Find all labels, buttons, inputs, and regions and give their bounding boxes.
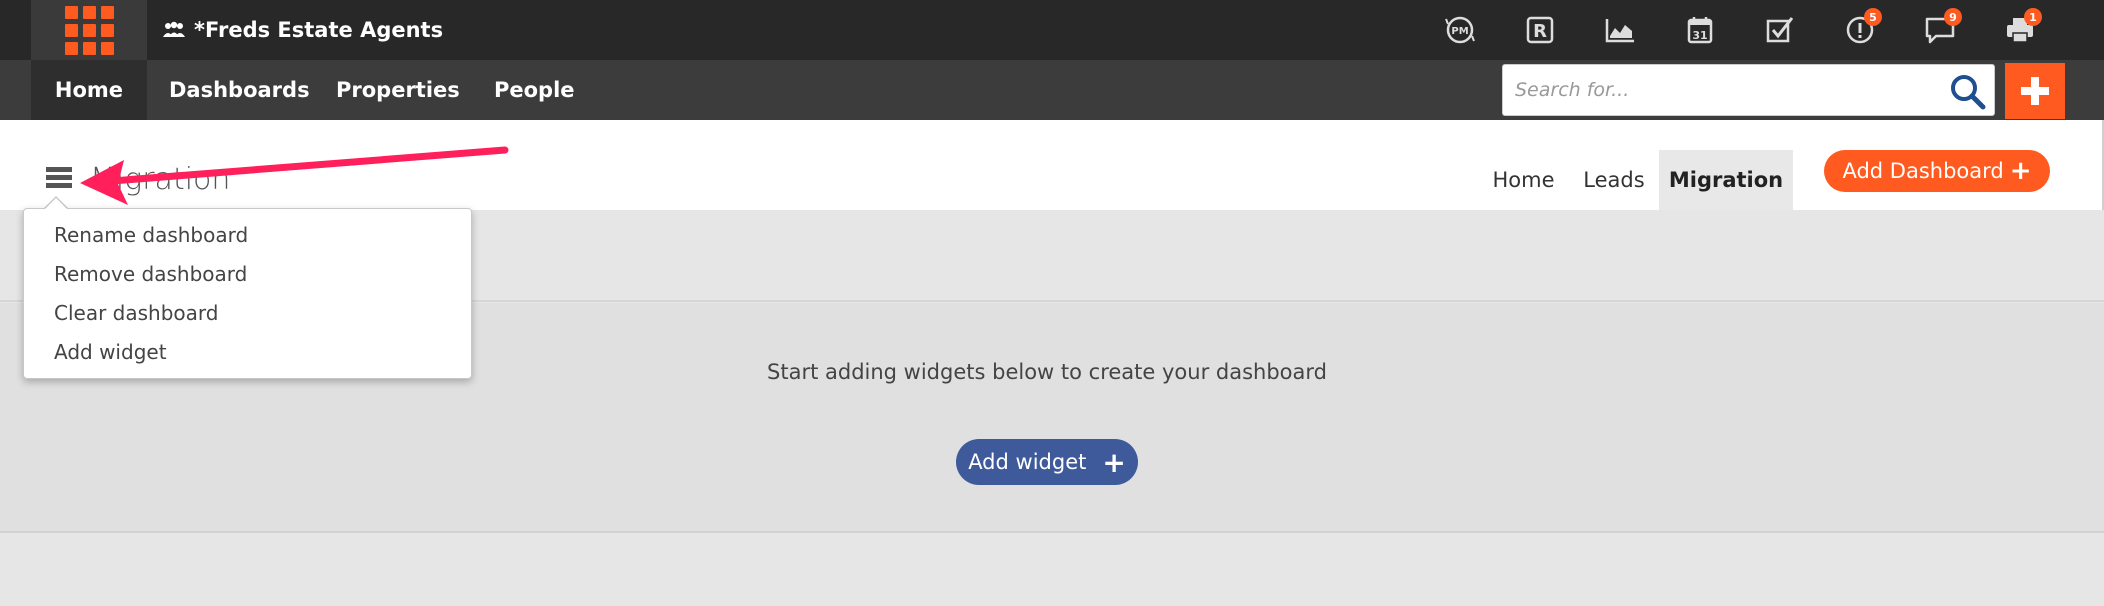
global-search: [1502, 64, 1995, 116]
messages-badge: 9: [1944, 8, 1962, 26]
add-widget-label: Add widget: [968, 450, 1087, 474]
svg-text:R: R: [1533, 21, 1547, 42]
dashboard-header: Migration Home Leads Migration Add Dashb…: [0, 120, 2104, 210]
dashboard-dropdown-menu: Rename dashboard Remove dashboard Clear …: [23, 208, 472, 379]
people-group-icon: [163, 21, 185, 37]
add-widget-button[interactable]: Add widget +: [956, 439, 1138, 485]
menu-item-rename-dashboard[interactable]: Rename dashboard: [54, 223, 248, 247]
dashboard-tab-home-label: Home: [1492, 168, 1555, 192]
nav-dashboards[interactable]: Dashboards: [169, 60, 310, 132]
alerts-badge: 5: [1864, 8, 1882, 26]
nav-home[interactable]: Home: [31, 60, 147, 132]
dashboard-tab-home[interactable]: Home: [1480, 150, 1567, 210]
plus-icon: +: [2009, 156, 2032, 186]
tasks-button[interactable]: [1740, 8, 1820, 52]
calendar-button[interactable]: 31: [1660, 8, 1740, 52]
quick-add-button[interactable]: [2005, 63, 2065, 119]
checkbox-icon: [1766, 17, 1794, 43]
add-dashboard-button[interactable]: Add Dashboard +: [1824, 150, 2050, 192]
grid-icon: [64, 5, 114, 55]
registered-button[interactable]: R: [1500, 8, 1580, 52]
menu-item-clear-dashboard[interactable]: Clear dashboard: [54, 301, 218, 325]
nav-people[interactable]: People: [494, 60, 575, 120]
menu-item-add-widget[interactable]: Add widget: [54, 340, 167, 364]
print-badge: 1: [2024, 8, 2042, 26]
svg-text:31: 31: [1692, 29, 1707, 42]
reports-button[interactable]: [1580, 8, 1660, 52]
dashboard-menu-button[interactable]: [46, 167, 72, 189]
calendar-icon: 31: [1687, 17, 1713, 44]
nav-dashboards-label: Dashboards: [169, 78, 310, 102]
print-queue-button[interactable]: 1: [1980, 8, 2060, 52]
dashboard-title: Migration: [90, 162, 231, 197]
hamburger-icon: [46, 167, 72, 172]
property-manager-button[interactable]: PM: [1420, 8, 1500, 52]
pm-icon: PM: [1445, 16, 1475, 44]
plus-icon: +: [1102, 445, 1126, 479]
chart-icon: [1605, 19, 1634, 43]
search-icon[interactable]: [1949, 73, 1987, 111]
alerts-button[interactable]: 5: [1820, 8, 1900, 52]
add-dashboard-label: Add Dashboard: [1842, 159, 2004, 183]
dashboard-tab-leads[interactable]: Leads: [1575, 150, 1653, 210]
agency-name: *Freds Estate Agents: [194, 18, 444, 42]
app-launcher-button[interactable]: [31, 0, 147, 60]
search-input[interactable]: [1515, 65, 1935, 115]
plus-icon: [2021, 77, 2049, 105]
agency-selector[interactable]: *Freds Estate Agents: [162, 16, 443, 44]
dashboard-tab-migration-label: Migration: [1668, 168, 1784, 192]
nav-home-label: Home: [54, 78, 124, 102]
top-bar: *Freds Estate Agents PM R 31 5 9 1: [0, 0, 2104, 60]
menu-pointer-fill: [45, 198, 67, 209]
nav-properties[interactable]: Properties: [336, 60, 460, 120]
nav-properties-label: Properties: [336, 78, 460, 102]
dashboard-tab-leads-label: Leads: [1583, 168, 1645, 192]
messages-button[interactable]: 9: [1900, 8, 1980, 52]
svg-text:PM: PM: [1451, 26, 1468, 37]
dashboard-tab-migration[interactable]: Migration: [1659, 150, 1793, 210]
nav-people-label: People: [494, 78, 575, 102]
menu-item-remove-dashboard[interactable]: Remove dashboard: [54, 262, 247, 286]
registered-icon: R: [1526, 16, 1554, 44]
